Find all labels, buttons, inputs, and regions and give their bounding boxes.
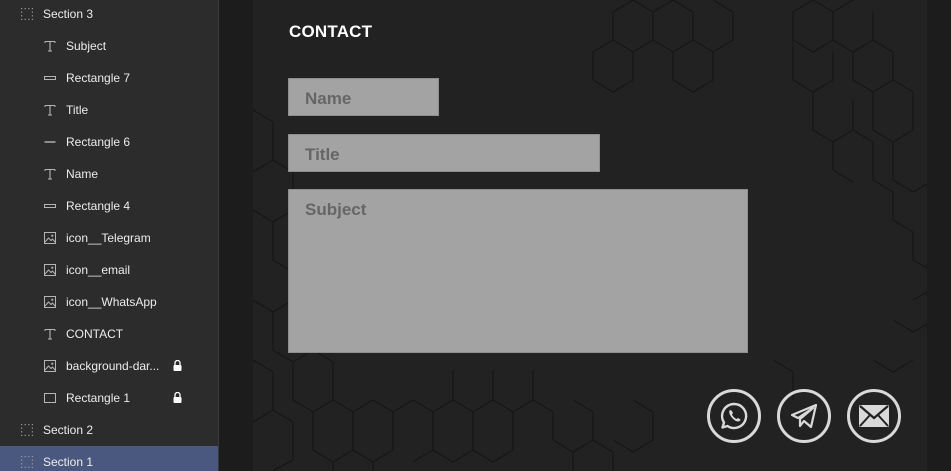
- layer-label: Section 1: [43, 455, 94, 469]
- line-icon: [43, 136, 56, 149]
- name-placeholder: Name: [305, 89, 352, 108]
- section-3-frame[interactable]: CONTACT Name Title Subject: [253, 0, 927, 471]
- rectangle-icon: [43, 392, 56, 405]
- lock-icon[interactable]: [173, 391, 182, 403]
- frame-icon: [20, 424, 33, 437]
- layer-label: Rectangle 6: [66, 135, 131, 149]
- contact-heading[interactable]: CONTACT: [289, 22, 372, 42]
- layer-row[interactable]: Rectangle 7: [0, 62, 218, 94]
- frame-icon: [20, 456, 33, 469]
- layer-label: icon__WhatsApp: [66, 295, 157, 309]
- layer-label: icon__email: [66, 263, 131, 277]
- layer-row[interactable]: CONTACT: [0, 318, 218, 350]
- email-button[interactable]: [847, 389, 901, 443]
- layer-label: CONTACT: [66, 327, 124, 341]
- layer-label: Rectangle 7: [66, 71, 131, 85]
- layer-row[interactable]: Subject: [0, 30, 218, 62]
- layer-label: Name: [66, 167, 99, 181]
- layer-label: Title: [66, 103, 89, 117]
- design-canvas[interactable]: CONTACT Name Title Subject: [219, 0, 951, 471]
- layer-label: icon__Telegram: [66, 231, 151, 245]
- layer-label: Rectangle 1: [66, 391, 131, 405]
- image-icon: [43, 232, 56, 245]
- image-icon: [43, 360, 56, 373]
- frame-icon: [20, 8, 33, 21]
- telegram-button[interactable]: [777, 389, 831, 443]
- whatsapp-icon: [720, 402, 748, 430]
- telegram-icon: [790, 403, 818, 429]
- layer-label: Section 3: [43, 7, 94, 21]
- layer-row[interactable]: Rectangle 4: [0, 190, 218, 222]
- layer-row[interactable]: icon__email: [0, 254, 218, 286]
- layer-row[interactable]: icon__Telegram: [0, 222, 218, 254]
- image-icon: [43, 296, 56, 309]
- layer-label: Subject: [66, 39, 107, 53]
- name-field[interactable]: Name: [288, 78, 439, 116]
- whatsapp-button[interactable]: [707, 389, 761, 443]
- title-field[interactable]: Title: [288, 134, 600, 172]
- layer-label: Section 2: [43, 423, 94, 437]
- layer-row[interactable]: Rectangle 1: [0, 382, 218, 414]
- layer-row[interactable]: background-dar...: [0, 350, 218, 382]
- layer-row[interactable]: Name: [0, 158, 218, 190]
- text-icon: [43, 104, 56, 117]
- layer-row[interactable]: Section 1: [0, 446, 218, 471]
- layer-row[interactable]: Section 3: [0, 0, 218, 30]
- lock-icon[interactable]: [173, 359, 182, 371]
- text-icon: [43, 328, 56, 341]
- rectangle-thin-icon: [43, 72, 56, 85]
- layer-label: background-dar...: [66, 359, 160, 373]
- text-icon: [43, 40, 56, 53]
- text-icon: [43, 168, 56, 181]
- subject-field[interactable]: Subject: [288, 189, 748, 353]
- layer-label: Rectangle 4: [66, 199, 131, 213]
- subject-placeholder: Subject: [305, 200, 367, 219]
- layers-panel: Section 3 Subject Rectangle 7 Title Rectangl…: [0, 0, 219, 471]
- layer-row[interactable]: icon__WhatsApp: [0, 286, 218, 318]
- rectangle-thin-icon: [43, 200, 56, 213]
- layer-row[interactable]: Section 2: [0, 414, 218, 446]
- email-icon: [859, 405, 889, 427]
- layer-row[interactable]: Title: [0, 94, 218, 126]
- layer-row[interactable]: Rectangle 6: [0, 126, 218, 158]
- title-placeholder: Title: [305, 145, 340, 164]
- image-icon: [43, 264, 56, 277]
